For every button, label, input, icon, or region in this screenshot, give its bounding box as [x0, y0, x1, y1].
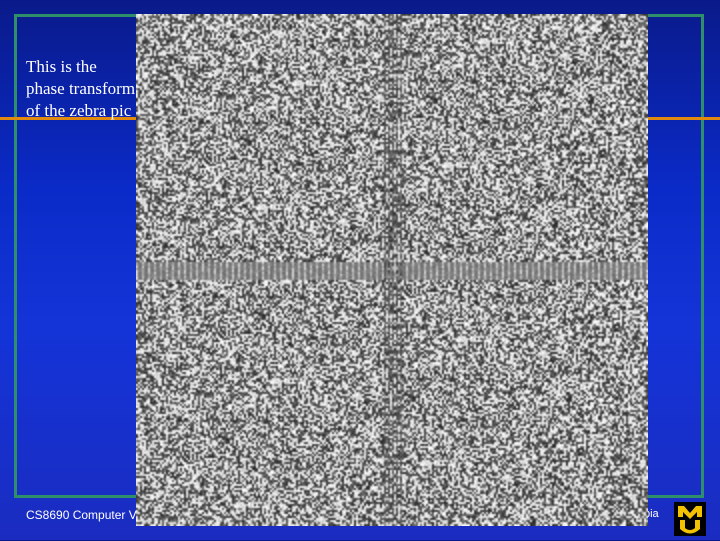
footer-course-label: CS8690 Computer V	[26, 508, 137, 522]
slide-caption: This is the phase transform of the zebra…	[26, 57, 136, 120]
university-logo-icon	[674, 502, 706, 536]
phase-transform-image	[136, 14, 648, 526]
